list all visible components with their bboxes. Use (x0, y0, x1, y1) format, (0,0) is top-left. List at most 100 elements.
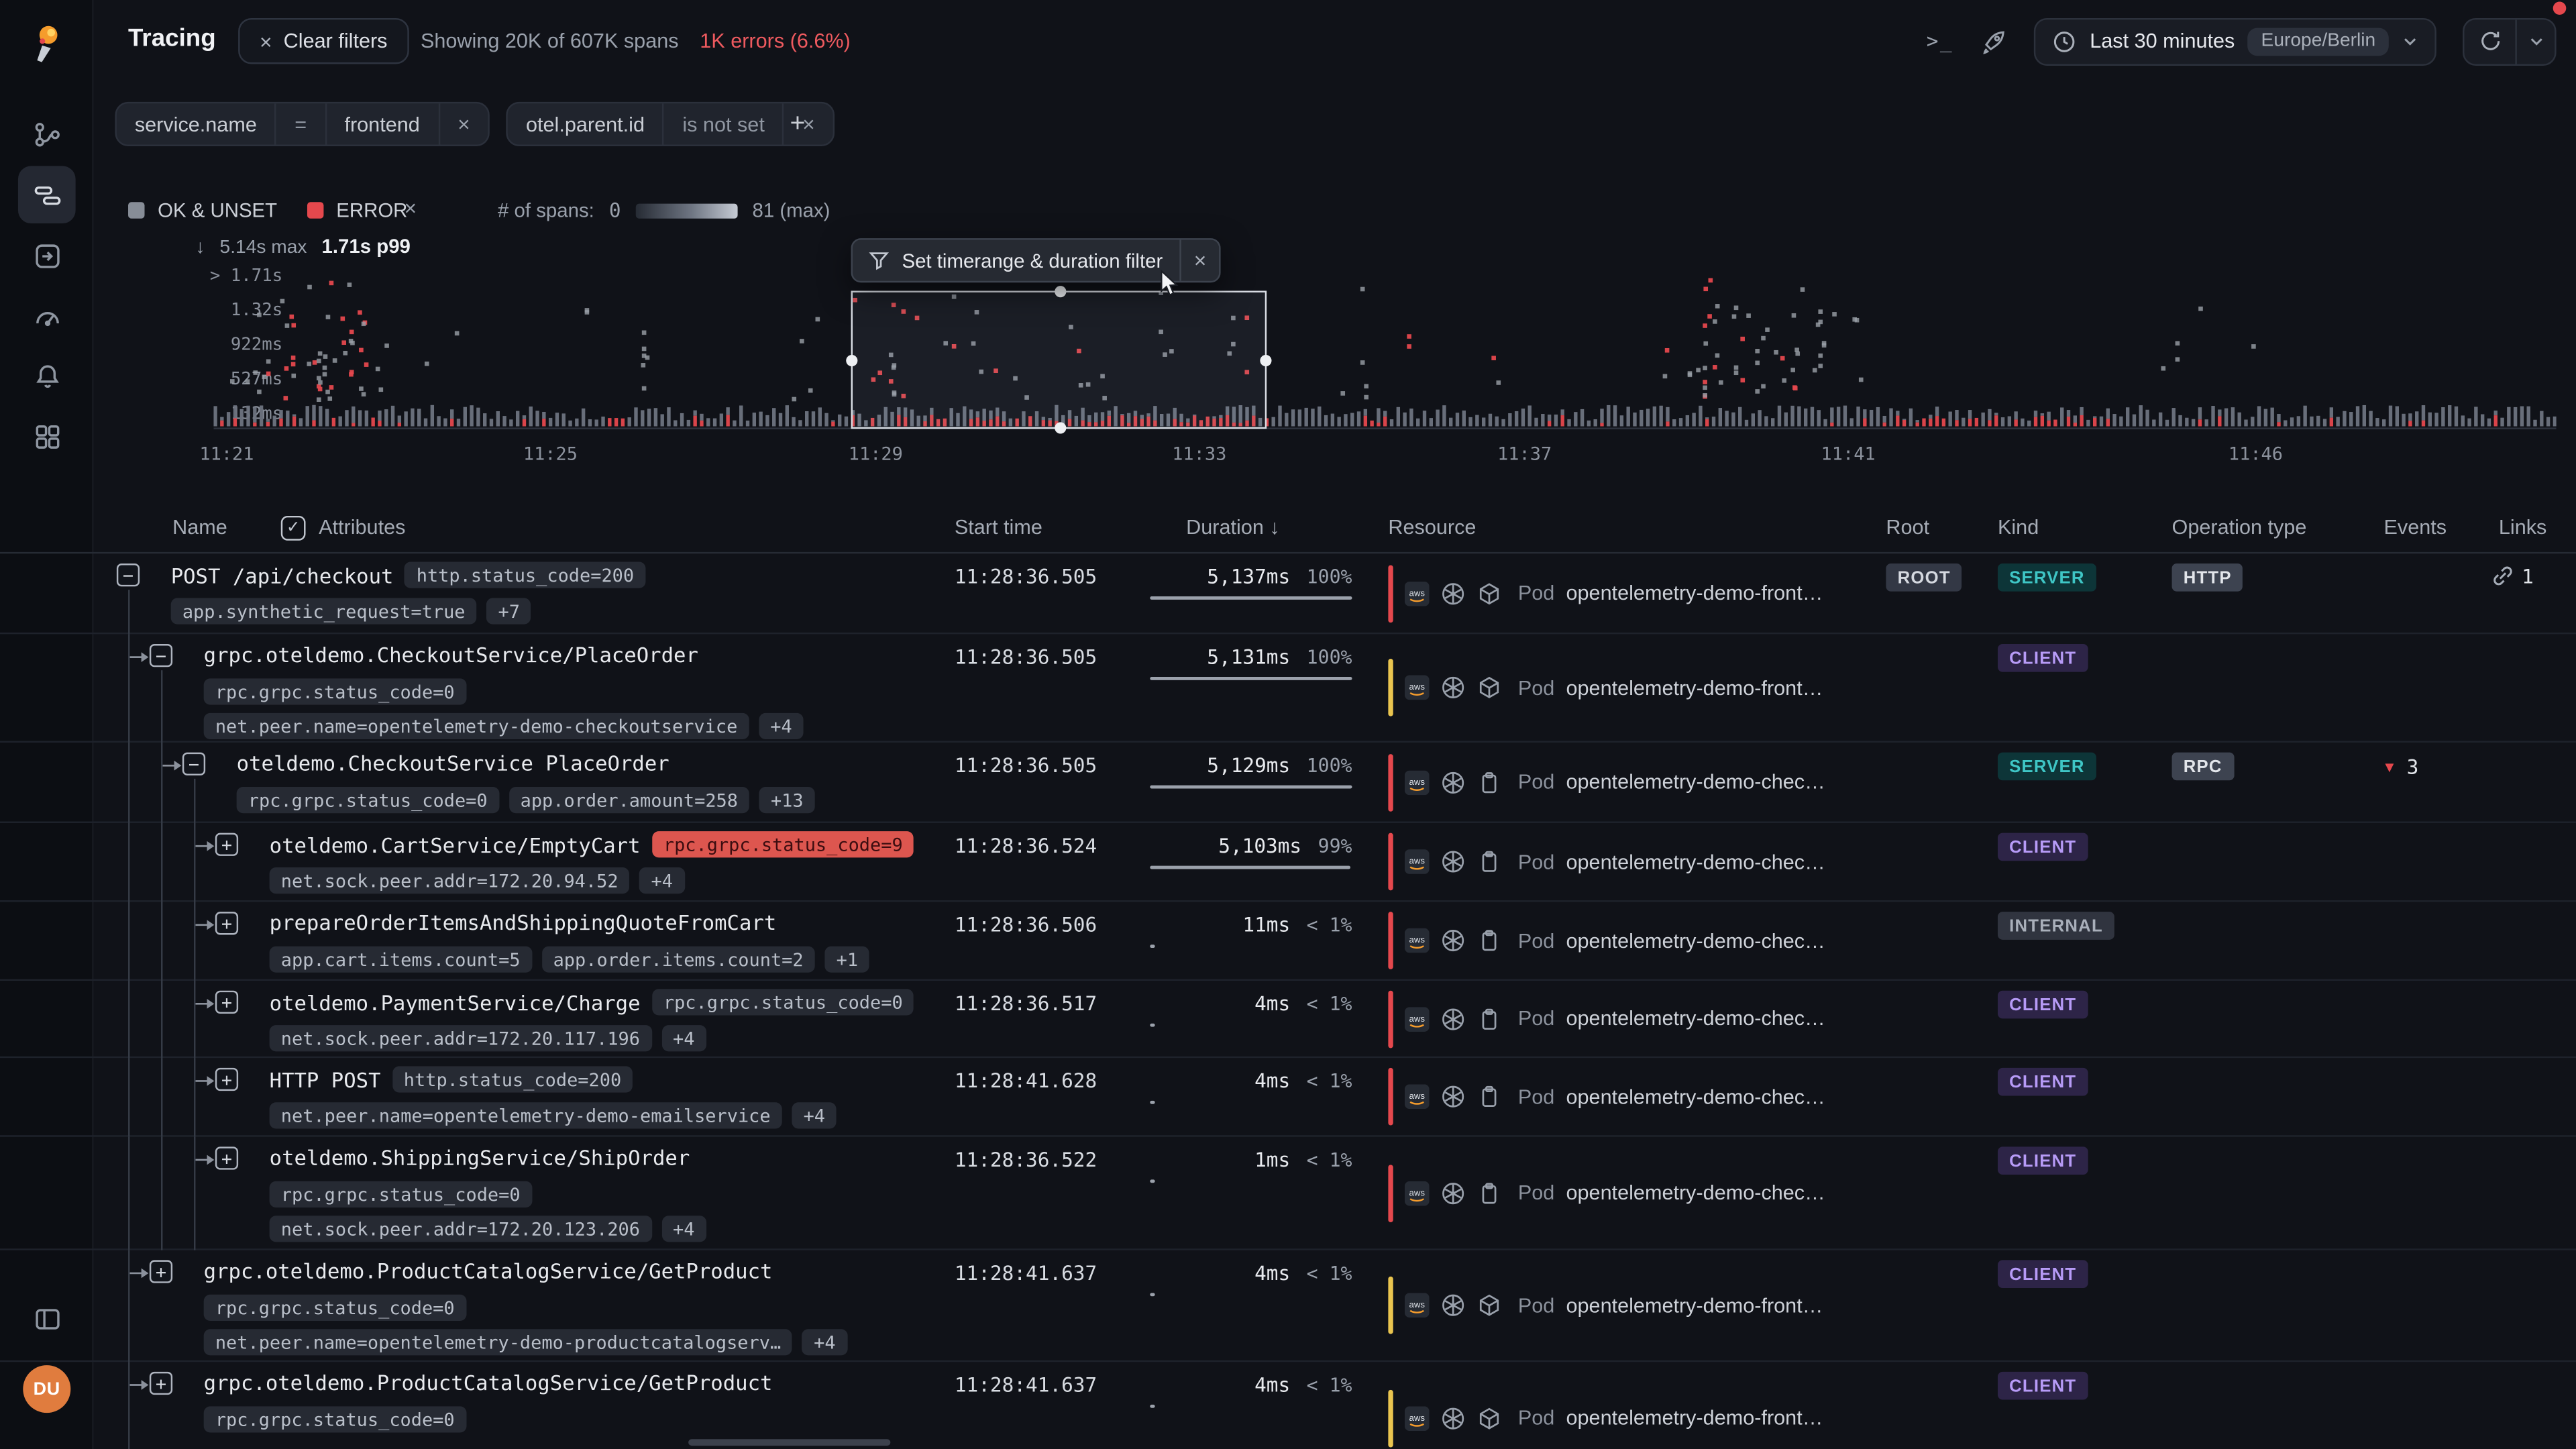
expand-button[interactable]: + (215, 991, 238, 1014)
expand-button[interactable]: + (150, 1372, 172, 1395)
expand-button[interactable]: + (215, 912, 238, 934)
time-range-picker[interactable]: Last 30 minutes Europe/Berlin (2034, 17, 2436, 65)
attribute-chip[interactable]: +1 (824, 947, 869, 973)
attribute-chip[interactable]: app.cart.items.count=5 (270, 947, 532, 973)
expand-button[interactable]: + (215, 1068, 238, 1091)
attribute-chip-error[interactable]: rpc.grpc.status_code=9 (652, 831, 914, 857)
filter-chip[interactable]: service.name=frontend× (115, 102, 490, 146)
kind-badge: SERVER (1998, 564, 2096, 592)
table-row[interactable]: +oteldemo.PaymentService/Chargerpc.grpc.… (0, 981, 2576, 1058)
sidebar-item-alerts[interactable] (18, 347, 76, 405)
expand-button[interactable]: + (215, 833, 238, 856)
span-name: oteldemo.CheckoutService PlaceOrder (237, 751, 669, 775)
add-filter-button[interactable]: + (775, 102, 820, 146)
legend-item[interactable]: OK & UNSET (128, 199, 277, 221)
attribute-chip[interactable]: +4 (639, 867, 684, 894)
attribute-chip[interactable]: http.status_code=200 (392, 1066, 633, 1092)
terminal-icon[interactable]: >_ (1927, 30, 1953, 52)
table-row[interactable]: +grpc.oteldemo.ProductCatalogService/Get… (0, 1250, 2576, 1362)
column-header-operation-type[interactable]: Operation type (2172, 516, 2307, 539)
timezone-badge[interactable]: Europe/Berlin (2248, 27, 2389, 55)
duration-stats: ↓ 5.14s max 1.71s p99 (195, 235, 410, 258)
attribute-chip[interactable]: rpc.grpc.status_code=0 (237, 787, 499, 813)
column-header-start-time[interactable]: Start time (955, 516, 1042, 539)
timerange-selection-box[interactable] (851, 290, 1267, 429)
collapse-button[interactable]: − (117, 564, 140, 586)
column-header-root[interactable]: Root (1886, 516, 1929, 539)
attribute-chip[interactable]: +13 (759, 787, 815, 813)
kind-badge: CLIENT (1998, 833, 2088, 861)
attribute-chip[interactable]: http.status_code=200 (405, 562, 646, 588)
attribute-chip[interactable]: app.order.items.count=2 (541, 947, 814, 973)
sidebar-item-servicemap[interactable] (18, 105, 76, 163)
attribute-chip[interactable]: app.order.amount=258 (508, 787, 749, 813)
column-header-links[interactable]: Links (2499, 516, 2546, 539)
expand-button[interactable]: + (150, 1260, 172, 1283)
table-row[interactable]: +oteldemo.CartService/EmptyCartrpc.grpc.… (0, 823, 2576, 902)
refresh-options-button[interactable] (2515, 19, 2555, 63)
attribute-chip[interactable]: +7 (486, 598, 531, 624)
aws-icon: aws (1405, 1293, 1430, 1318)
attribute-chip[interactable]: net.sock.peer.addr=172.20.94.52 (270, 867, 630, 894)
rocket-icon[interactable] (1980, 27, 2008, 55)
attribute-chip[interactable]: rpc.grpc.status_code=0 (204, 678, 466, 704)
attribute-chip[interactable]: rpc.grpc.status_code=0 (204, 1406, 466, 1432)
table-row[interactable]: +oteldemo.ShippingService/ShipOrderrpc.g… (0, 1137, 2576, 1250)
table-row[interactable]: − oteldemo.CheckoutService PlaceOrder rpc.… (0, 743, 2576, 823)
attribute-chip[interactable]: net.peer.name=opentelemetry-demo-emailse… (270, 1102, 782, 1128)
attribute-chip[interactable]: rpc.grpc.status_code=0 (270, 1181, 532, 1208)
table-row[interactable]: +prepareOrderItemsAndShippingQuoteFromCa… (0, 902, 2576, 981)
links-cell[interactable]: 1 (2491, 565, 2534, 588)
collapse-button[interactable]: − (150, 644, 172, 667)
resource-kind-label: Pod (1518, 1007, 1554, 1030)
attribute-chip[interactable]: rpc.grpc.status_code=0 (652, 989, 914, 1015)
duration-percent: 99% (1318, 835, 1352, 857)
tree-connector-arrow-icon (162, 757, 182, 773)
span-name-text: POST /api/checkout (171, 563, 394, 588)
legend-item[interactable]: ERROR (307, 199, 407, 221)
attributes-checkbox[interactable]: ✓ (281, 516, 306, 541)
duration-scatter-chart[interactable] (213, 268, 2556, 432)
error-count-summary[interactable]: 1K errors (6.6%) (700, 30, 851, 52)
attribute-chip[interactable]: +4 (802, 1329, 847, 1355)
package-icon (1477, 1293, 1502, 1318)
selection-close-icon[interactable]: × (1179, 240, 1220, 281)
filter-remove-icon[interactable]: × (439, 103, 488, 144)
attribute-chip[interactable]: rpc.grpc.status_code=0 (204, 1295, 466, 1321)
clear-filters-button[interactable]: × Clear filters (238, 18, 409, 64)
attribute-chip[interactable]: net.sock.peer.addr=172.20.123.206 (270, 1216, 652, 1242)
events-cell[interactable]: ▼3 (2382, 756, 2418, 779)
table-row[interactable]: − POST /api/checkout http.status_code=200a… (0, 553, 2576, 634)
column-header-duration[interactable]: Duration ↓ (1186, 516, 1280, 539)
attribute-chip[interactable]: app.synthetic_request=true (171, 598, 477, 624)
attribute-chip[interactable]: +4 (759, 713, 804, 739)
attribute-chip[interactable]: +4 (661, 1216, 706, 1242)
attribute-chip[interactable]: net.sock.peer.addr=172.20.117.196 (270, 1025, 652, 1051)
table-row[interactable]: −grpc.oteldemo.CheckoutService/PlaceOrde… (0, 634, 2576, 743)
selection-handle-top[interactable] (1055, 286, 1066, 297)
table-row[interactable]: +grpc.oteldemo.ProductCatalogService/Get… (0, 1362, 2576, 1449)
legend-clear-icon[interactable]: × (404, 195, 417, 220)
sidebar-item-dashboards[interactable] (18, 407, 76, 465)
column-header-events[interactable]: Events (2383, 516, 2447, 539)
attribute-chip[interactable]: +4 (792, 1102, 837, 1128)
sidebar-item-logs[interactable] (18, 227, 76, 284)
selection-handle-bottom[interactable] (1055, 422, 1066, 433)
column-header-kind[interactable]: Kind (1998, 516, 2039, 539)
selection-handle-left[interactable] (846, 355, 857, 366)
expand-button[interactable]: + (215, 1146, 238, 1169)
collapse-button[interactable]: − (182, 753, 205, 775)
attribute-chip[interactable]: net.peer.name=opentelemetry-demo-checkou… (204, 713, 749, 739)
sidebar-item-metrics[interactable] (18, 288, 76, 345)
sidebar-item-tracing[interactable] (18, 166, 76, 223)
column-header-resource[interactable]: Resource (1388, 516, 1476, 539)
app-logo[interactable] (26, 21, 69, 64)
horizontal-scrollbar[interactable] (688, 1439, 890, 1446)
attributes-checkbox-label[interactable]: Attributes (319, 516, 405, 539)
resource-kind-label: Pod (1518, 582, 1554, 604)
refresh-button[interactable] (2464, 19, 2515, 63)
table-row[interactable]: +HTTP POSThttp.status_code=200net.peer.n… (0, 1058, 2576, 1137)
attribute-chip[interactable]: +4 (661, 1025, 706, 1051)
selection-handle-right[interactable] (1260, 355, 1271, 366)
attribute-chip[interactable]: net.peer.name=opentelemetry-demo-product… (204, 1329, 793, 1355)
